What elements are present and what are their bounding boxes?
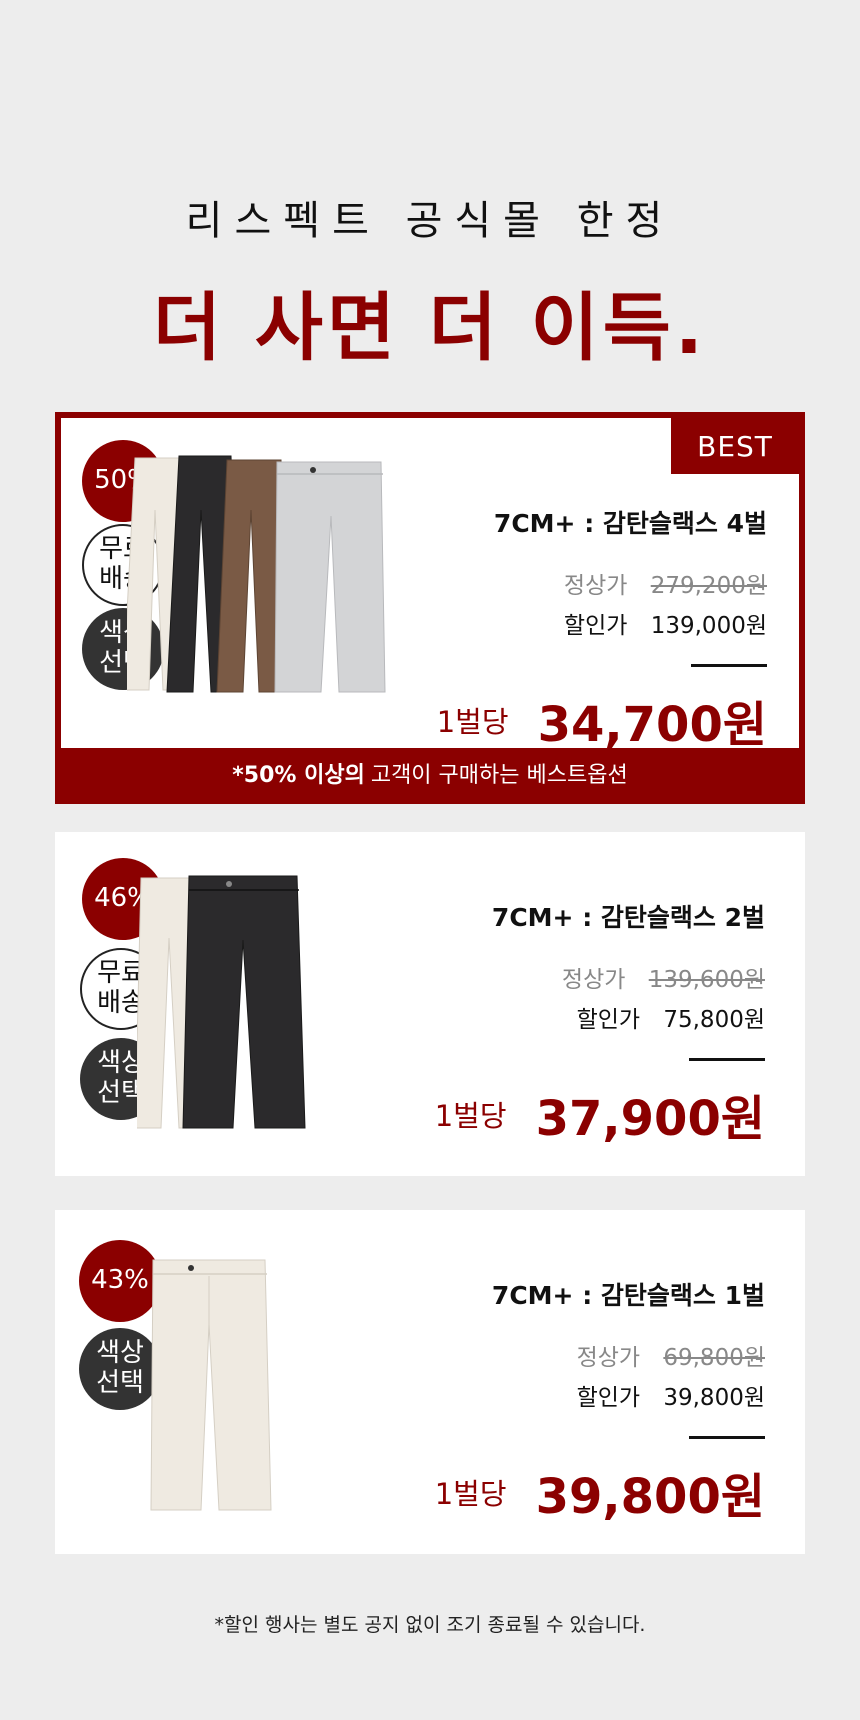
divider (689, 1058, 765, 1061)
sale-price-label: 할인가 (576, 1385, 641, 1411)
divider (691, 664, 767, 667)
product-image (127, 452, 397, 702)
product-image (147, 1256, 277, 1516)
per-unit-label: 1벌당 (436, 705, 509, 739)
promo-header: 리스펙트 공식몰 한정 더 사면 더 이득. (0, 188, 860, 375)
sale-price-label: 할인가 (576, 1007, 641, 1033)
product-image (137, 874, 317, 1134)
disclaimer: *할인 행사는 별도 공지 없이 조기 종료될 수 있습니다. (214, 1614, 646, 1636)
regular-price-label: 정상가 (563, 573, 628, 599)
pants-icon (150, 1259, 272, 1511)
per-unit-price-row: 1벌당 39,800원 (435, 1457, 765, 1527)
sale-price: 75,800원 (663, 1007, 765, 1033)
promo-title: 더 사면 더 이득. (153, 285, 707, 371)
pants-icon (137, 875, 306, 1129)
product-card-2pack[interactable]: 46% 무료 배송 색상 선택 7CM+ : 감탄슬랙스 2벌 정상가 139,… (55, 832, 805, 1176)
regular-price: 139,600원 (648, 967, 765, 993)
best-option-text: 고객이 구매하는 베스트옵션 (370, 763, 628, 788)
per-unit-label: 1벌당 (434, 1099, 507, 1133)
per-unit-price: 34,700원 (537, 697, 767, 753)
product-name: 7CM+ : 감탄슬랙스 4벌 (493, 509, 767, 538)
best-option-banner: *50% 이상의 고객이 구매하는 베스트옵션 (61, 748, 799, 798)
product-name: 7CM+ : 감탄슬랙스 1벌 (491, 1281, 765, 1310)
sale-price-label: 할인가 (563, 613, 628, 639)
product-info: 7CM+ : 감탄슬랙스 1벌 정상가 69,800원 할인가 39,800원 … (435, 1276, 765, 1527)
per-unit-price-row: 1벌당 37,900원 (435, 1079, 765, 1149)
regular-price-row: 정상가 69,800원 (435, 1338, 765, 1372)
sale-price: 39,800원 (663, 1385, 765, 1411)
pants-icon (127, 455, 386, 693)
product-info: 7CM+ : 감탄슬랙스 2벌 정상가 139,600원 할인가 75,800원… (435, 898, 765, 1149)
per-unit-price-row: 1벌당 34,700원 (437, 685, 767, 755)
best-tag: BEST (671, 418, 799, 474)
per-unit-price: 39,800원 (535, 1469, 765, 1525)
color-select-label: 색상 선택 (96, 1338, 144, 1398)
product-name: 7CM+ : 감탄슬랙스 2벌 (491, 903, 765, 932)
sale-price-row: 할인가 75,800원 (435, 1000, 765, 1034)
sale-price-row: 할인가 39,800원 (435, 1378, 765, 1412)
promo-subtitle: 리스펙트 공식몰 한정 (185, 198, 675, 244)
regular-price: 69,800원 (663, 1345, 765, 1371)
regular-price-label: 정상가 (561, 967, 626, 993)
product-card-4pack[interactable]: BEST 50% 무료 배송 색상 선택 7CM+ : 감탄슬랙스 4벌 정상가… (55, 412, 805, 804)
best-option-bold: *50% 이상의 (232, 763, 365, 788)
regular-price-label: 정상가 (576, 1345, 641, 1371)
sale-price: 139,000원 (650, 613, 767, 639)
regular-price-row: 정상가 279,200원 (437, 566, 767, 600)
sale-price-row: 할인가 139,000원 (437, 606, 767, 640)
regular-price-row: 정상가 139,600원 (435, 960, 765, 994)
per-unit-label: 1벌당 (434, 1477, 507, 1511)
product-info: 7CM+ : 감탄슬랙스 4벌 정상가 279,200원 할인가 139,000… (437, 504, 767, 755)
divider (689, 1436, 765, 1439)
regular-price: 279,200원 (650, 573, 767, 599)
per-unit-price: 37,900원 (535, 1091, 765, 1147)
product-card-single[interactable]: 43% 색상 선택 7CM+ : 감탄슬랙스 1벌 정상가 69,800원 할인… (55, 1210, 805, 1554)
